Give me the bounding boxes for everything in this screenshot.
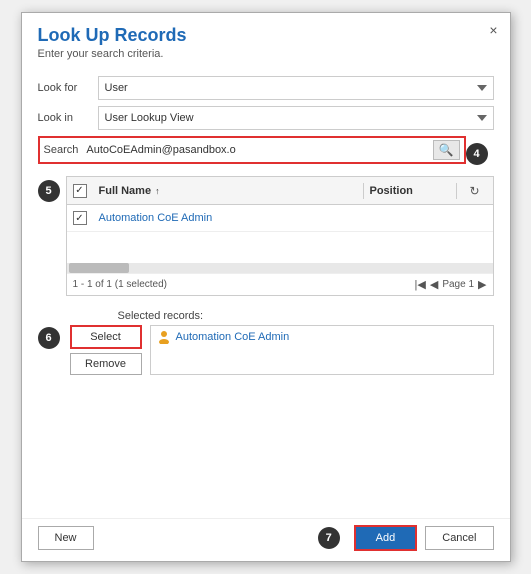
- pagination-controls: |◀ ◀ Page 1 ▶: [415, 278, 487, 291]
- first-page-button[interactable]: |◀: [415, 278, 426, 291]
- row-checkbox[interactable]: [73, 211, 87, 225]
- look-for-row: Look for User: [38, 76, 494, 100]
- step-6-badge: 6: [38, 327, 60, 349]
- add-button[interactable]: Add: [354, 525, 418, 551]
- header-checkbox-container: [73, 184, 93, 198]
- new-button[interactable]: New: [38, 526, 94, 550]
- search-step-row: Search 🔍 4: [38, 136, 494, 172]
- sort-arrow-icon[interactable]: ↑: [155, 186, 160, 196]
- cancel-button[interactable]: Cancel: [425, 526, 493, 550]
- table-row: Automation CoE Admin: [67, 205, 493, 232]
- prev-page-button[interactable]: ◀: [430, 278, 438, 291]
- look-for-select[interactable]: User: [98, 76, 494, 100]
- selected-action-buttons: Select Remove: [70, 325, 142, 375]
- dialog-footer: New 7 Add Cancel: [22, 518, 510, 561]
- look-in-label: Look in: [38, 112, 98, 124]
- horizontal-scrollbar[interactable]: [67, 263, 493, 273]
- pagination-status: 1 - 1 of 1 (1 selected): [73, 279, 168, 290]
- refresh-icon[interactable]: ↻: [463, 184, 487, 198]
- results-footer: 1 - 1 of 1 (1 selected) |◀ ◀ Page 1 ▶: [67, 273, 493, 295]
- fullname-column-header: Full Name ↑: [99, 185, 357, 197]
- search-input[interactable]: [84, 142, 432, 158]
- lookup-records-dialog: Look Up Records Enter your search criter…: [21, 12, 511, 562]
- result-name-link[interactable]: Automation CoE Admin: [99, 212, 487, 224]
- close-button[interactable]: ×: [489, 23, 497, 37]
- dialog-body: Look for User Look in User Lookup View S…: [22, 68, 510, 518]
- selected-record-name: Automation CoE Admin: [176, 331, 290, 343]
- dialog-subtitle: Enter your search criteria.: [38, 48, 494, 60]
- search-button[interactable]: 🔍: [433, 140, 460, 160]
- next-page-button[interactable]: ▶: [478, 278, 486, 291]
- selected-record-item: Automation CoE Admin: [157, 330, 487, 344]
- dialog-title: Look Up Records: [38, 25, 494, 46]
- dialog-header: Look Up Records Enter your search criter…: [22, 13, 510, 68]
- person-icon: [157, 330, 171, 344]
- selected-records-area: 6 Select Remove: [38, 325, 494, 375]
- step-5-badge: 5: [38, 180, 60, 202]
- row-checkbox-container: [73, 211, 93, 225]
- look-for-label: Look for: [38, 82, 98, 94]
- search-label: Search: [44, 144, 79, 156]
- footer-left-buttons: New: [38, 526, 94, 550]
- selected-records-label: Selected records:: [118, 310, 494, 322]
- column-separator-2: [456, 183, 457, 199]
- column-separator: [363, 183, 364, 199]
- position-column-header: Position: [370, 185, 450, 197]
- results-header: Full Name ↑ Position ↻: [67, 177, 493, 205]
- table-spacer: [67, 232, 493, 263]
- select-all-checkbox[interactable]: [73, 184, 87, 198]
- selected-records-section: Selected records: 6 Select Remove: [38, 310, 494, 375]
- select-button[interactable]: Select: [70, 325, 142, 349]
- results-section: 5 Full Name ↑ Position ↻: [38, 176, 494, 300]
- search-row: Search 🔍: [38, 136, 466, 164]
- step-6-group: 6 Select Remove: [38, 325, 142, 375]
- page-indicator: Page 1: [442, 279, 474, 290]
- footer-right-buttons: 7 Add Cancel: [318, 525, 494, 551]
- look-in-select[interactable]: User Lookup View: [98, 106, 494, 130]
- step-7-badge: 7: [318, 527, 340, 549]
- step-4-badge: 4: [466, 143, 488, 165]
- results-table: Full Name ↑ Position ↻ Automation CoE Ad…: [66, 176, 494, 296]
- selected-records-box: Automation CoE Admin: [150, 325, 494, 375]
- remove-button[interactable]: Remove: [70, 353, 142, 375]
- look-in-row: Look in User Lookup View: [38, 106, 494, 130]
- scrollbar-thumb: [69, 263, 129, 273]
